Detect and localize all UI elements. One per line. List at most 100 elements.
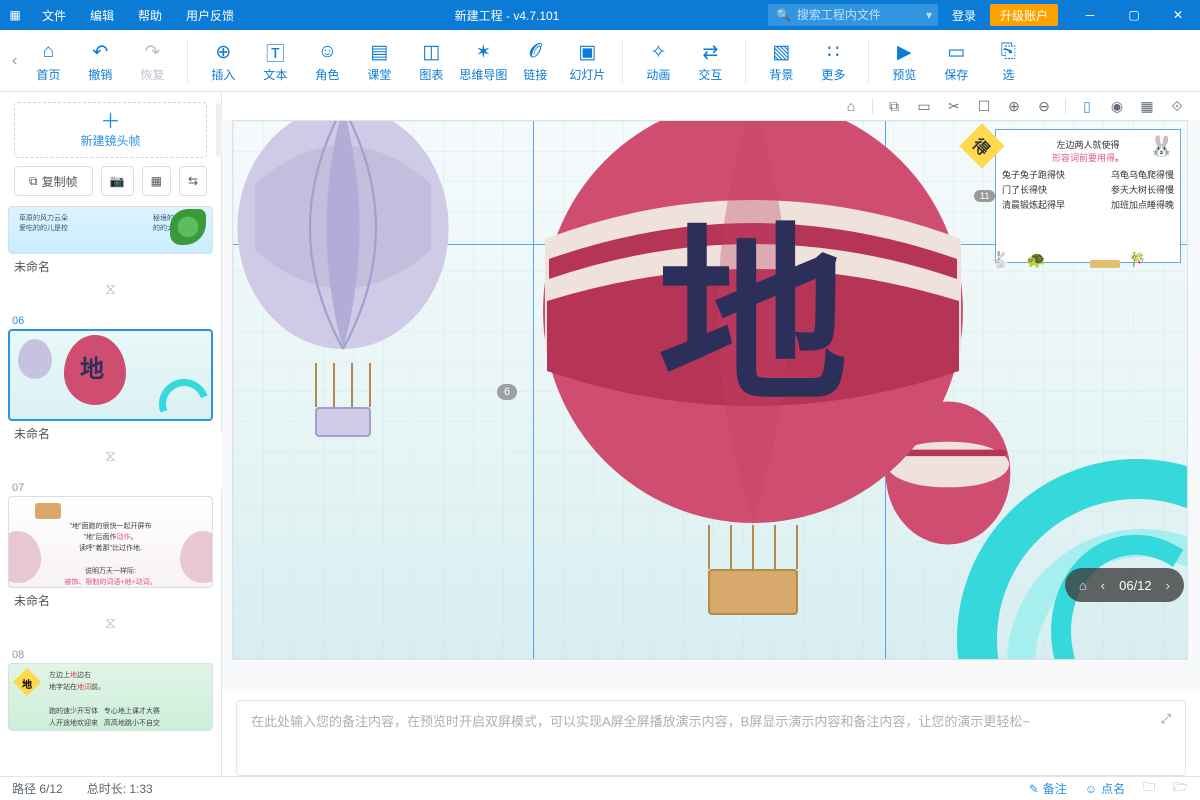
redo-button[interactable]: ↷恢复 bbox=[127, 34, 177, 88]
export-icon: ⎘ bbox=[1001, 38, 1016, 66]
menu-edit[interactable]: 编辑 bbox=[78, 7, 126, 24]
camera-icon: 📷 bbox=[110, 174, 125, 188]
mindmap-button[interactable]: ✶思维导图 bbox=[458, 34, 508, 88]
minimize-button[interactable]: ─ bbox=[1068, 0, 1112, 30]
status-duration: 总时长: 1:33 bbox=[87, 780, 153, 797]
search-dropdown-icon[interactable]: ▾ bbox=[926, 8, 932, 22]
text-icon: 🅃 bbox=[266, 38, 285, 66]
home-icon[interactable]: ⌂ bbox=[842, 97, 860, 115]
link-button[interactable]: 𝓞链接 bbox=[510, 34, 560, 88]
background-button[interactable]: ▧背景 bbox=[756, 34, 806, 88]
slide-thumb[interactable]: "地"面跑的很快一起开屏布"地"后面作动作。读呼"着那"比过作地.说明万天一样际… bbox=[8, 496, 213, 588]
page-navigator[interactable]: ⌂ ‹ 06/12 › bbox=[1065, 568, 1184, 602]
swap-icon: ⇆ bbox=[188, 174, 198, 188]
balloon-character: 地 bbox=[658, 163, 848, 438]
hourglass-icon: ⧖ bbox=[8, 613, 213, 639]
save-icon: ▭ bbox=[947, 38, 965, 66]
undo-button[interactable]: ↶撤销 bbox=[75, 34, 125, 88]
badge-11: 11 bbox=[974, 190, 995, 202]
menu-file[interactable]: 文件 bbox=[30, 7, 78, 24]
canvas-area: ‹ ⌂ ⧉ ▭ ✂ ☐ ⊕ ⊖ ▯ ◉ ▦ ⟐ bbox=[222, 92, 1200, 776]
pencil-icon: ✎ bbox=[1029, 782, 1039, 796]
thumb-number: 07 bbox=[8, 480, 213, 496]
slide-button[interactable]: ▣幻灯片 bbox=[562, 34, 612, 88]
open-folder-icon[interactable]: 🗁 bbox=[1173, 778, 1188, 799]
titlebar: ▦ 文件 编辑 帮助 用户反馈 新建工程 - v4.7.101 🔍 ▾ 登录 升… bbox=[0, 0, 1200, 30]
new-frame-button[interactable]: ＋ 新建镜头帧 bbox=[14, 102, 207, 158]
menu-feedback[interactable]: 用户反馈 bbox=[174, 7, 246, 24]
info-card[interactable]: 得 左边两人就使得形容词前要用得。 11 兔子兔子跑得快乌龟乌龟爬得慢 门了长得… bbox=[995, 129, 1181, 263]
camera-icon[interactable]: ◉ bbox=[1108, 97, 1126, 115]
classroom-button[interactable]: ▤课堂 bbox=[354, 34, 404, 88]
balloon-main[interactable]: 地 bbox=[533, 120, 973, 621]
slide-thumb-active[interactable]: 地 bbox=[8, 329, 213, 421]
thumbnail-list[interactable]: 草原的风力云朵爱吃的的儿是校 秘境的时时彩球的的太阳气 未命名 ⧖ 06 地 未… bbox=[0, 206, 221, 776]
person-icon: ☺ bbox=[318, 38, 337, 66]
insert-button[interactable]: ⊕插入 bbox=[198, 34, 248, 88]
cut-icon[interactable]: ✂ bbox=[945, 97, 963, 115]
preview-button[interactable]: ▶预览 bbox=[879, 34, 929, 88]
nav-home-icon[interactable]: ⌂ bbox=[1079, 578, 1087, 593]
status-path: 路径 6/12 bbox=[12, 780, 63, 797]
save-button[interactable]: ▭保存 bbox=[931, 34, 981, 88]
copy-icon[interactable]: ⧉ bbox=[885, 97, 903, 115]
maximize-button[interactable]: ▢ bbox=[1112, 0, 1156, 30]
role-button[interactable]: ☺角色 bbox=[302, 34, 352, 88]
zoom-out-icon[interactable]: ⊖ bbox=[1035, 97, 1053, 115]
link-icon: 𝓞 bbox=[529, 38, 541, 66]
expand-icon[interactable]: ⤢ bbox=[1161, 711, 1171, 727]
notes-area[interactable]: 在此处输入您的备注内容，在预览时开启双屏模式，可以实现A屏全屏播放演示内容，B屏… bbox=[236, 700, 1186, 776]
menu-help[interactable]: 帮助 bbox=[126, 7, 174, 24]
paste-icon[interactable]: ▭ bbox=[915, 97, 933, 115]
settings-icon[interactable]: ⟐ bbox=[1168, 97, 1186, 115]
hourglass-icon: ⧖ bbox=[8, 446, 213, 472]
slide-thumb[interactable]: 地 左边上地边右地字站在地词前。跑的速少开写体 专心地上课才大赛人开途地欢迎来 … bbox=[8, 663, 213, 731]
plus-icon: ＋ bbox=[101, 112, 121, 132]
thumb-number: 06 bbox=[8, 313, 213, 329]
qr-icon: ▦ bbox=[151, 174, 162, 188]
project-search[interactable]: 🔍 ▾ bbox=[768, 4, 938, 26]
swap-button[interactable]: ⇆ bbox=[179, 166, 207, 196]
stage[interactable]: 地 得 左边两人就使得形容词前要用得。 11 兔子兔子跑得快乌龟乌龟爬得慢 门了… bbox=[232, 120, 1188, 660]
notes-toggle[interactable]: ✎备注 bbox=[1029, 780, 1067, 797]
upgrade-button[interactable]: 升级账户 bbox=[990, 4, 1058, 26]
copy-frame-button[interactable]: ⧉复制帧 bbox=[14, 166, 93, 196]
slide-thumb[interactable]: 草原的风力云朵爱吃的的儿是校 秘境的时时彩球的的太阳气 bbox=[8, 206, 213, 254]
zoom-in-icon[interactable]: ⊕ bbox=[1005, 97, 1023, 115]
clipboard-icon[interactable]: ☐ bbox=[975, 97, 993, 115]
slide-panel: ＋ 新建镜头帧 ⧉复制帧 📷 ▦ ⇆ 草原的风力云朵爱吃的的儿是校 秘境的时时彩… bbox=[0, 92, 222, 776]
nav-prev-icon[interactable]: ‹ bbox=[1101, 578, 1105, 593]
qr-button[interactable]: ▦ bbox=[142, 166, 171, 196]
play-icon: ▶ bbox=[897, 38, 912, 66]
close-button[interactable]: ✕ bbox=[1156, 0, 1200, 30]
animation-button[interactable]: ✧动画 bbox=[633, 34, 683, 88]
slide-number-badge: 6 bbox=[497, 384, 517, 400]
grid-toggle-icon[interactable]: ▦ bbox=[1138, 97, 1156, 115]
classroom-icon: ▤ bbox=[370, 38, 388, 66]
main-menu: 文件 编辑 帮助 用户反馈 bbox=[30, 7, 246, 24]
interact-button[interactable]: ⇄交互 bbox=[685, 34, 735, 88]
thumb-group: 草原的风力云朵爱吃的的儿是校 秘境的时时彩球的的太阳气 未命名 ⧖ bbox=[8, 206, 213, 305]
slide-icon: ▣ bbox=[578, 38, 596, 66]
more-button[interactable]: ∷更多 bbox=[808, 34, 858, 88]
window-title: 新建工程 - v4.7.101 bbox=[246, 7, 768, 24]
page-indicator: 06/12 bbox=[1119, 578, 1152, 593]
export-button[interactable]: ⎘选 bbox=[983, 34, 1033, 88]
rollcall-button[interactable]: ☺点名 bbox=[1085, 780, 1125, 797]
camera-button[interactable]: 📷 bbox=[101, 166, 134, 196]
home-button[interactable]: ⌂首页 bbox=[23, 34, 73, 88]
main: ＋ 新建镜头帧 ⧉复制帧 📷 ▦ ⇆ 草原的风力云朵爱吃的的儿是校 秘境的时时彩… bbox=[0, 92, 1200, 776]
thumb-number: 08 bbox=[8, 647, 213, 663]
balloon-purple[interactable] bbox=[233, 120, 453, 437]
text-button[interactable]: 🅃文本 bbox=[250, 34, 300, 88]
canvas[interactable]: 地 得 左边两人就使得形容词前要用得。 11 兔子兔子跑得快乌龟乌龟爬得慢 门了… bbox=[222, 120, 1200, 692]
nav-next-icon[interactable]: › bbox=[1166, 578, 1170, 593]
toolbar-scroll-left[interactable]: ‹ bbox=[8, 52, 21, 70]
chart-button[interactable]: ◫图表 bbox=[406, 34, 456, 88]
notes-placeholder: 在此处输入您的备注内容，在预览时开启双屏模式，可以实现A屏全屏播放演示内容，B屏… bbox=[251, 711, 1030, 730]
folder-icon[interactable]: 🗀 bbox=[1143, 778, 1155, 799]
redo-icon: ↷ bbox=[144, 38, 160, 66]
hourglass-icon: ⧖ bbox=[8, 279, 213, 305]
sparkle-icon: ✧ bbox=[650, 38, 666, 66]
bookmark-icon[interactable]: ▯ bbox=[1078, 97, 1096, 115]
